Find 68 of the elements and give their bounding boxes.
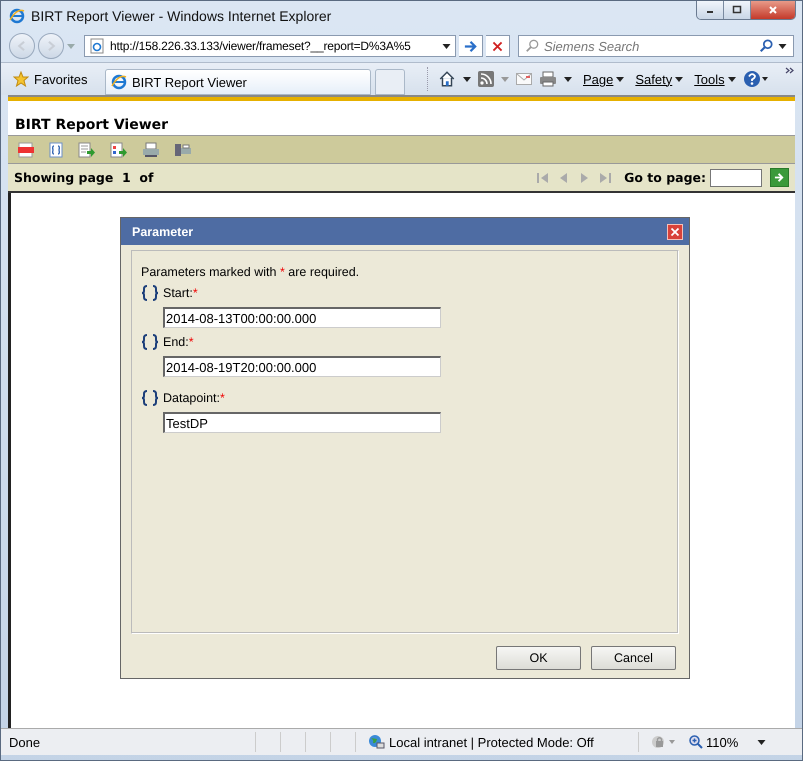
close-button[interactable] [667,224,683,240]
dropdown-arrow-icon[interactable] [442,44,451,48]
braces-icon [141,390,159,406]
star-icon [13,71,29,87]
parameter-icon[interactable] [48,142,64,158]
zoom-icon [689,735,703,749]
dropdown-arrow-icon[interactable] [778,44,787,48]
page-status: Showing page 1 of [14,170,154,185]
home-icon[interactable] [438,70,456,88]
globe-icon [368,734,385,750]
parameter-label: Start:* [163,286,198,300]
dialog-title: Parameter [132,224,194,238]
dialog-button[interactable]: Cancel [591,646,676,670]
maximize-icon [732,5,742,15]
favorites-button[interactable]: Favorites [9,66,101,92]
caret-icon [616,76,624,82]
export-icon[interactable] [78,142,96,158]
browser-tab[interactable]: BIRT Report Viewer [105,69,371,95]
stop-icon [491,40,504,52]
braces-icon [141,285,159,301]
page-icon [89,38,105,54]
parameter-field[interactable]: TestDP [163,412,441,433]
dialog-button[interactable]: OK [496,646,581,670]
search-icon[interactable] [759,39,773,53]
feed-icon[interactable] [478,71,494,87]
caret-icon [728,76,736,82]
zoom-control[interactable]: 110% [689,734,766,750]
chevron-icon[interactable] [785,67,794,74]
search-field[interactable]: Siemens Search [518,35,794,57]
required-note: Parameters marked with * are required. [141,265,360,279]
toc-icon[interactable] [18,142,34,158]
stop-button[interactable] [486,35,510,57]
close-icon [670,226,680,236]
status-text: Done [9,734,42,750]
mail-icon[interactable] [516,73,532,85]
menu-button[interactable]: Page [583,72,624,86]
export-report-icon[interactable] [110,142,128,158]
arrow-icon [463,38,478,54]
parameter-field[interactable]: 2014-08-19T20:00:00.000 [163,356,441,377]
go-button[interactable] [459,35,483,57]
browser-logo-icon [9,8,25,24]
window-title: BIRT Report Viewer - Windows Internet Explorer [31,8,332,24]
browser-logo-icon [111,74,127,90]
dropdown-arrow-icon[interactable] [463,76,471,82]
address-field[interactable]: http://158.226.33.133/viewer/frameset?__report=D%3A%5 [84,35,456,57]
caret-icon [757,740,766,744]
parameter-label: End:* [163,335,194,349]
security-zone[interactable]: Local intranet | Protected Mode: Off [389,734,594,750]
braces-icon [141,334,159,350]
parameter-field[interactable]: 2014-08-13T00:00:00.000 [163,307,441,328]
minimize-button[interactable] [697,1,724,19]
printer-icon[interactable] [539,71,557,87]
parameter-label: Datapoint:* [163,391,225,405]
page-number-field[interactable] [710,168,762,186]
caret-icon [675,76,684,82]
go-button[interactable] [770,168,789,187]
magnifier-icon [525,39,539,53]
close-button[interactable] [751,1,795,19]
help-icon[interactable] [742,70,769,88]
go-to-page-label: Go to page: [624,170,706,185]
close-icon [768,5,778,15]
printer-icon[interactable] [142,142,160,158]
maximize-button[interactable] [724,1,751,19]
server-printer-icon[interactable] [174,142,192,158]
dropdown-arrow-icon[interactable] [564,76,572,82]
menu-button[interactable]: Tools [694,72,736,86]
menu-button[interactable]: Safety [635,72,684,86]
arrow-icon [774,172,785,183]
